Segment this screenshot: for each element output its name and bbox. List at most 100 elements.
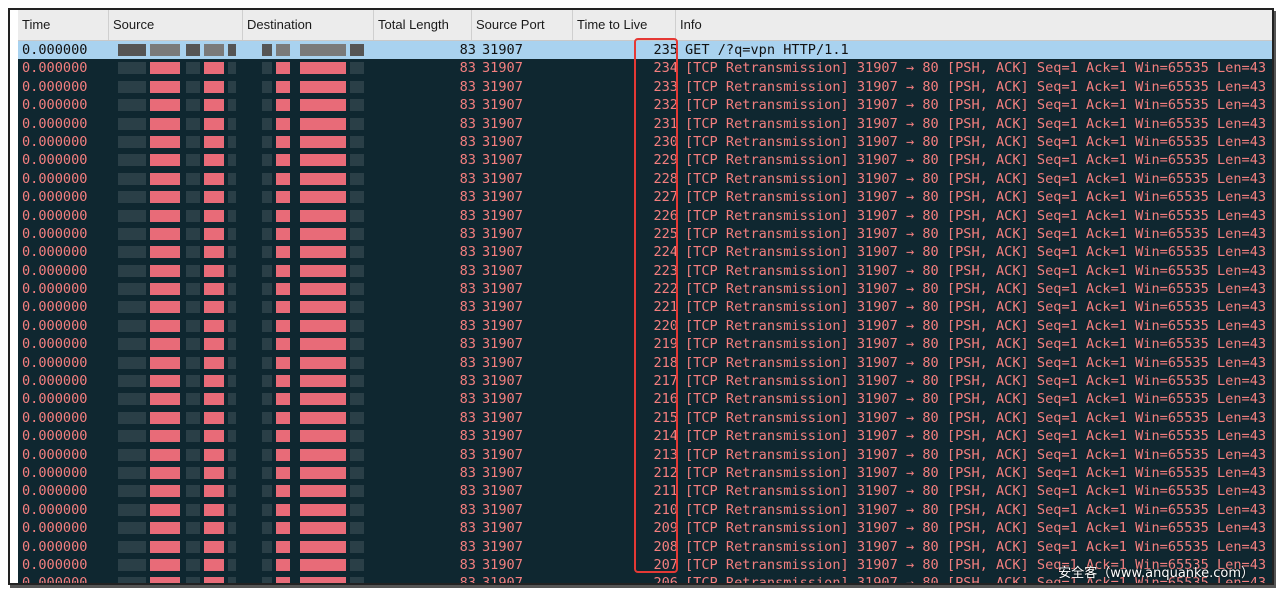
redaction-block [276,522,290,535]
cell-total-length: 83 [459,556,476,573]
cell-ttl: 226 [653,207,678,224]
packet-row[interactable]: 0.000000 83 31907 230 [TCP Retransmission] 3… [18,132,1272,152]
cell-time: 0.000000 [22,575,88,585]
redaction-block [300,522,346,535]
packet-row[interactable]: 0.000000 83 31907 221 [TCP Retransmission] 3… [18,298,1272,317]
cell-ttl: 224 [653,244,678,261]
cell-source-port: 31907 [482,520,523,537]
redaction-block [262,338,272,351]
column-header-info[interactable]: Info [675,10,1272,40]
cell-total-length: 83 [459,78,476,95]
packet-row[interactable]: 0.000000 83 31907 213 [TCP Retransmission] 3… [18,445,1272,464]
redaction-block [228,411,236,424]
cell-total-length: 83 [459,133,476,150]
redaction-block [228,375,236,388]
redaction-block [262,375,272,388]
packet-row[interactable]: 0.000000 83 31907 225 [TCP Retransmission] 3… [18,224,1272,244]
packet-row[interactable]: 0.000000 83 31907 217 [TCP Retransmission] 3… [18,372,1272,391]
cell-source-redacted [116,464,248,482]
cell-ttl: 207 [653,556,678,573]
redaction-block [204,283,224,296]
packet-row[interactable]: 0.000000 83 31907 231 [TCP Retransmission] 3… [18,114,1272,133]
packet-row[interactable]: 0.000000 83 31907 208 [TCP Retransmission] 3… [18,537,1272,556]
packet-row[interactable]: 0.000000 83 31907 228 [TCP Retransmission] 3… [18,169,1272,189]
cell-source-port: 31907 [482,97,523,114]
packet-row[interactable]: 0.000000 83 31907 227 [TCP Retransmission] 3… [18,188,1272,207]
redaction-block [118,393,146,406]
cell-source-redacted [116,262,248,280]
redaction-block [300,80,346,93]
redaction-block [228,430,236,443]
column-header-ttl[interactable]: Time to Live [572,10,675,40]
cell-ttl: 212 [653,464,678,481]
redaction-block [300,117,346,130]
cell-time: 0.000000 [22,464,88,481]
packet-row[interactable]: 0.000000 83 31907 222 [TCP Retransmission] 3… [18,280,1272,299]
redaction-block [276,448,290,461]
packet-row[interactable]: 0.000000 83 31907 216 [TCP Retransmission] 3… [18,390,1272,409]
cell-time: 0.000000 [22,538,88,555]
column-header-source[interactable]: Source [108,10,242,40]
redaction-block [300,246,346,259]
packet-row[interactable]: 0.000000 83 31907 224 [TCP Retransmission] 3… [18,243,1272,262]
packet-row[interactable]: 0.000000 83 31907 235 GET /?q=vpn HTTP/1.1 [18,41,1272,60]
packet-row[interactable]: 0.000000 83 31907 233 [TCP Retransmission] 3… [18,77,1272,97]
cell-total-length: 83 [459,189,476,206]
cell-destination-redacted [254,574,379,583]
cell-destination-redacted [254,317,379,335]
packet-list-header: Time Source Destination Total Length Sou… [18,10,1272,41]
packet-row[interactable]: 0.000000 83 31907 218 [TCP Retransmission] 3… [18,353,1272,373]
redaction-block [228,577,236,583]
redaction-block [150,577,180,583]
cell-source-port: 31907 [482,42,523,58]
column-header-time[interactable]: Time [18,10,108,40]
redaction-block [262,264,272,277]
cell-total-length: 83 [459,152,476,169]
cell-source-redacted [116,538,248,556]
cell-time: 0.000000 [22,244,88,261]
cell-time: 0.000000 [22,501,88,518]
cell-source-port: 31907 [482,428,523,445]
cell-time: 0.000000 [22,281,88,298]
packet-row[interactable]: 0.000000 83 31907 212 [TCP Retransmission] 3… [18,463,1272,483]
packet-row[interactable]: 0.000000 83 31907 220 [TCP Retransmission] 3… [18,316,1272,336]
packet-row[interactable]: 0.000000 83 31907 219 [TCP Retransmission] 3… [18,335,1272,354]
packet-row[interactable]: 0.000000 83 31907 214 [TCP Retransmission] 3… [18,427,1272,446]
packet-row[interactable]: 0.000000 83 31907 226 [TCP Retransmission] 3… [18,206,1272,225]
packet-row[interactable]: 0.000000 83 31907 209 [TCP Retransmission] 3… [18,519,1272,538]
packet-row[interactable]: 0.000000 83 31907 215 [TCP Retransmission] 3… [18,408,1272,428]
packet-row[interactable]: 0.000000 83 31907 229 [TCP Retransmission] 3… [18,151,1272,170]
cell-info: [TCP Retransmission] 31907 → 80 [PSH, AC… [685,244,1267,261]
column-header-destination[interactable]: Destination [242,10,373,40]
redaction-block [118,448,146,461]
packet-row[interactable]: 0.000000 83 31907 210 [TCP Retransmission] 3… [18,500,1272,520]
packet-row[interactable]: 0.000000 83 31907 211 [TCP Retransmission] 3… [18,482,1272,501]
cell-source-redacted [116,243,248,261]
redaction-block [300,411,346,424]
redaction-block [204,154,224,167]
cell-source-redacted [116,207,248,225]
redaction-block [186,466,200,479]
cell-destination-redacted [254,78,379,96]
packet-row[interactable]: 0.000000 83 31907 234 [TCP Retransmission] 3… [18,59,1272,78]
redaction-block [186,209,200,222]
cell-source-redacted [116,59,248,77]
cell-destination-redacted [254,298,379,316]
redaction-block [118,485,146,498]
column-header-total-length[interactable]: Total Length [373,10,471,40]
cell-info: [TCP Retransmission] 31907 → 80 [PSH, AC… [685,299,1267,316]
redaction-block [300,191,346,204]
cell-info: [TCP Retransmission] 31907 → 80 [PSH, AC… [685,152,1267,169]
cell-source-redacted [116,556,248,574]
cell-info: [TCP Retransmission] 31907 → 80 [PSH, AC… [685,501,1267,518]
redaction-block [228,246,236,259]
cell-total-length: 83 [459,317,476,334]
redaction-block [262,319,272,332]
packet-row[interactable]: 0.000000 83 31907 232 [TCP Retransmission] 3… [18,96,1272,115]
redaction-block [150,99,180,112]
redaction-block [150,135,180,148]
column-header-source-port[interactable]: Source Port [471,10,572,40]
packet-row[interactable]: 0.000000 83 31907 223 [TCP Retransmission] 3… [18,261,1272,281]
cell-ttl: 219 [653,336,678,353]
redaction-block [118,338,146,351]
